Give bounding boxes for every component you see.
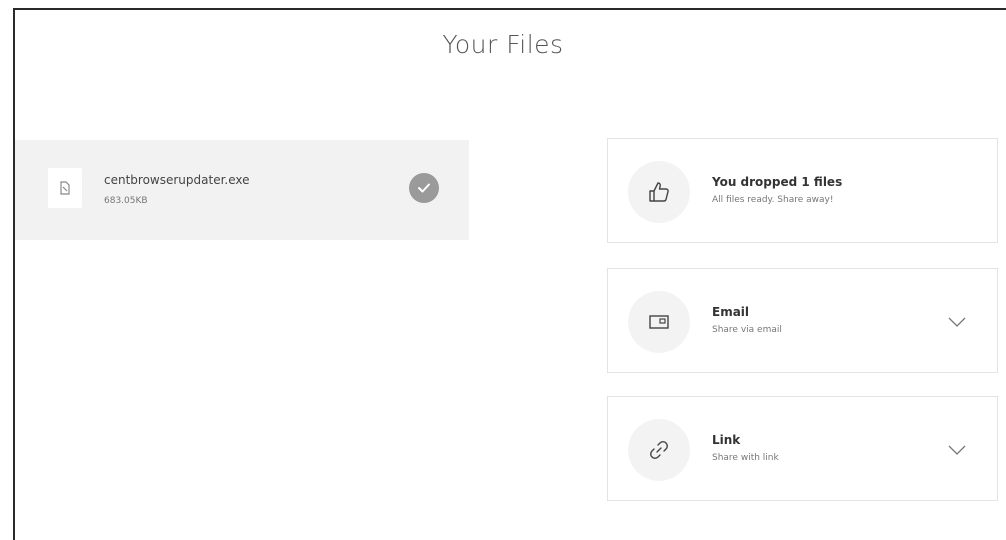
summary-card: You dropped 1 files All files ready. Sha… — [607, 138, 998, 243]
thumbs-up-icon — [649, 182, 669, 202]
file-thumbnail — [48, 168, 82, 208]
file-icon — [60, 181, 70, 195]
file-size: 683.05KB — [104, 196, 148, 206]
chevron-down-icon[interactable] — [947, 443, 967, 457]
file-list-item[interactable]: centbrowserupdater.exe 683.05KB — [15, 140, 469, 240]
file-name: centbrowserupdater.exe — [104, 173, 250, 187]
window-border-top — [13, 8, 1006, 10]
link-option-title: Link — [712, 433, 741, 447]
email-icon — [649, 315, 669, 329]
check-circle-icon — [409, 173, 439, 203]
chevron-down-icon[interactable] — [947, 315, 967, 329]
share-option-email[interactable]: Email Share via email — [607, 268, 998, 373]
summary-title: You dropped 1 files — [712, 175, 843, 189]
summary-icon-circle — [628, 161, 690, 223]
share-option-link[interactable]: Link Share with link — [607, 396, 998, 501]
window-border-left — [13, 8, 15, 540]
app-window: Your Files centbrowserupdater.exe 683.05… — [0, 0, 1006, 540]
link-option-subtitle: Share with link — [712, 453, 779, 463]
summary-subtitle: All files ready. Share away! — [712, 195, 834, 205]
link-icon — [650, 441, 668, 459]
email-option-subtitle: Share via email — [712, 325, 782, 335]
email-option-title: Email — [712, 305, 750, 319]
link-icon-circle — [628, 419, 690, 481]
page-title: Your Files — [442, 30, 564, 59]
email-icon-circle — [628, 291, 690, 353]
